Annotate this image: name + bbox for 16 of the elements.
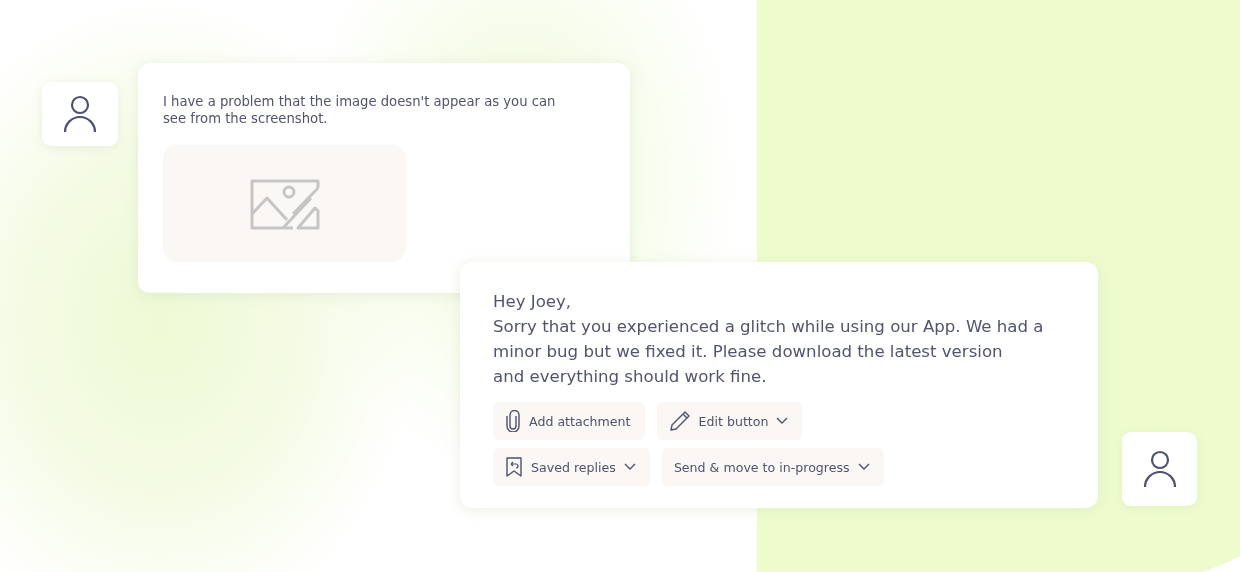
bookmark-icon — [505, 456, 523, 478]
chevron-down-icon — [857, 463, 870, 471]
paperclip-icon — [505, 410, 521, 432]
chevron-down-icon — [776, 417, 789, 425]
user-icon — [63, 95, 97, 133]
image-icon — [248, 177, 321, 230]
action-button[interactable]: Send & move to in-progress — [661, 448, 884, 486]
greeting-text: Hey Joey, — [493, 291, 573, 313]
action-button[interactable]: Add attachment — [493, 402, 645, 440]
customer-message: I have a problem that the image doesn't appear as you can see from the screenshot. — [163, 93, 557, 127]
pencil-icon — [668, 410, 691, 432]
reply-message: Sorry that you experienced a glitch while using our App. We had a minor bug but we fixed it. Please download the latest version and everything should work fine. — [493, 316, 1045, 388]
user-icon — [1142, 450, 1177, 488]
action-button[interactable]: Saved replies — [493, 448, 650, 486]
action-button[interactable]: Edit button — [656, 402, 803, 440]
chevron-down-icon — [623, 463, 636, 471]
